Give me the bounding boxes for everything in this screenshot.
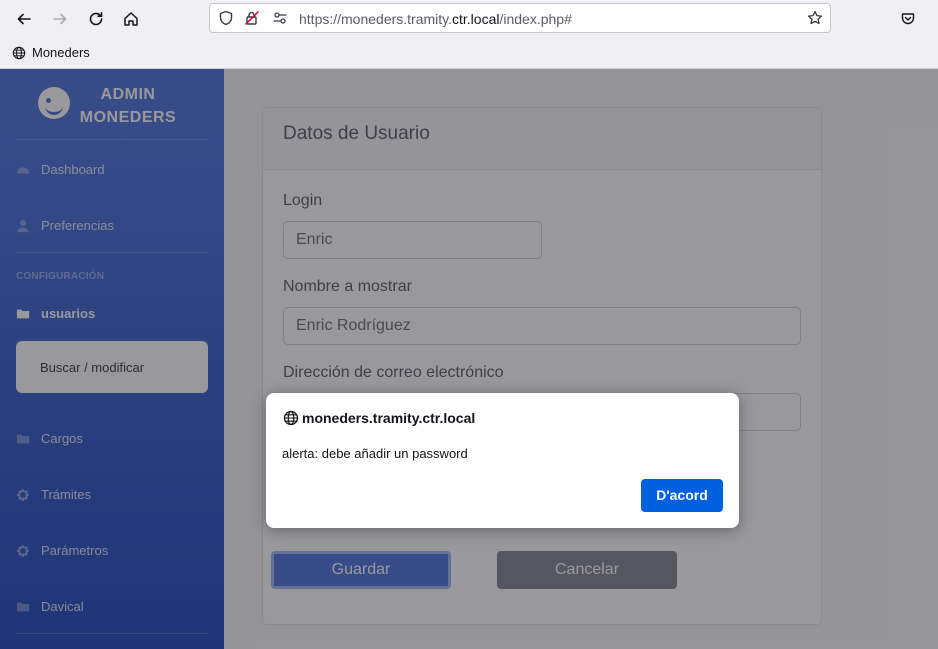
arrow-left-icon [17,13,31,25]
permissions-icon[interactable] [272,10,288,26]
globe-icon [12,46,26,59]
alert-dialog: moneders.tramity.ctr.local alerta: debe … [266,393,739,528]
dialog-message: alerta: debe añadir un password [282,446,468,461]
back-button[interactable] [11,6,37,32]
url-text[interactable]: https://moneders.tramity.ctr.local/index… [299,11,572,27]
star-icon[interactable] [807,10,823,26]
reload-button[interactable] [83,6,109,32]
pocket-button[interactable] [895,6,921,32]
address-bar[interactable]: https://moneders.tramity.ctr.local/index… [209,3,831,33]
bookmark-moneders[interactable]: Moneders [12,45,90,60]
insecure-lock-icon[interactable] [244,10,260,26]
modal-overlay [0,69,938,649]
globe-icon [283,410,299,426]
arrow-right-icon [53,13,67,25]
reload-icon [89,12,103,26]
shield-icon[interactable] [218,10,234,26]
home-button[interactable] [118,6,144,32]
ok-button[interactable]: D'acord [641,479,723,512]
forward-button[interactable] [47,6,73,32]
home-icon [124,12,138,26]
dialog-origin: moneders.tramity.ctr.local [302,410,476,426]
pocket-icon [901,13,915,25]
bookmark-label: Moneders [32,45,90,60]
browser-toolbar: https://moneders.tramity.ctr.local/index… [0,0,938,69]
